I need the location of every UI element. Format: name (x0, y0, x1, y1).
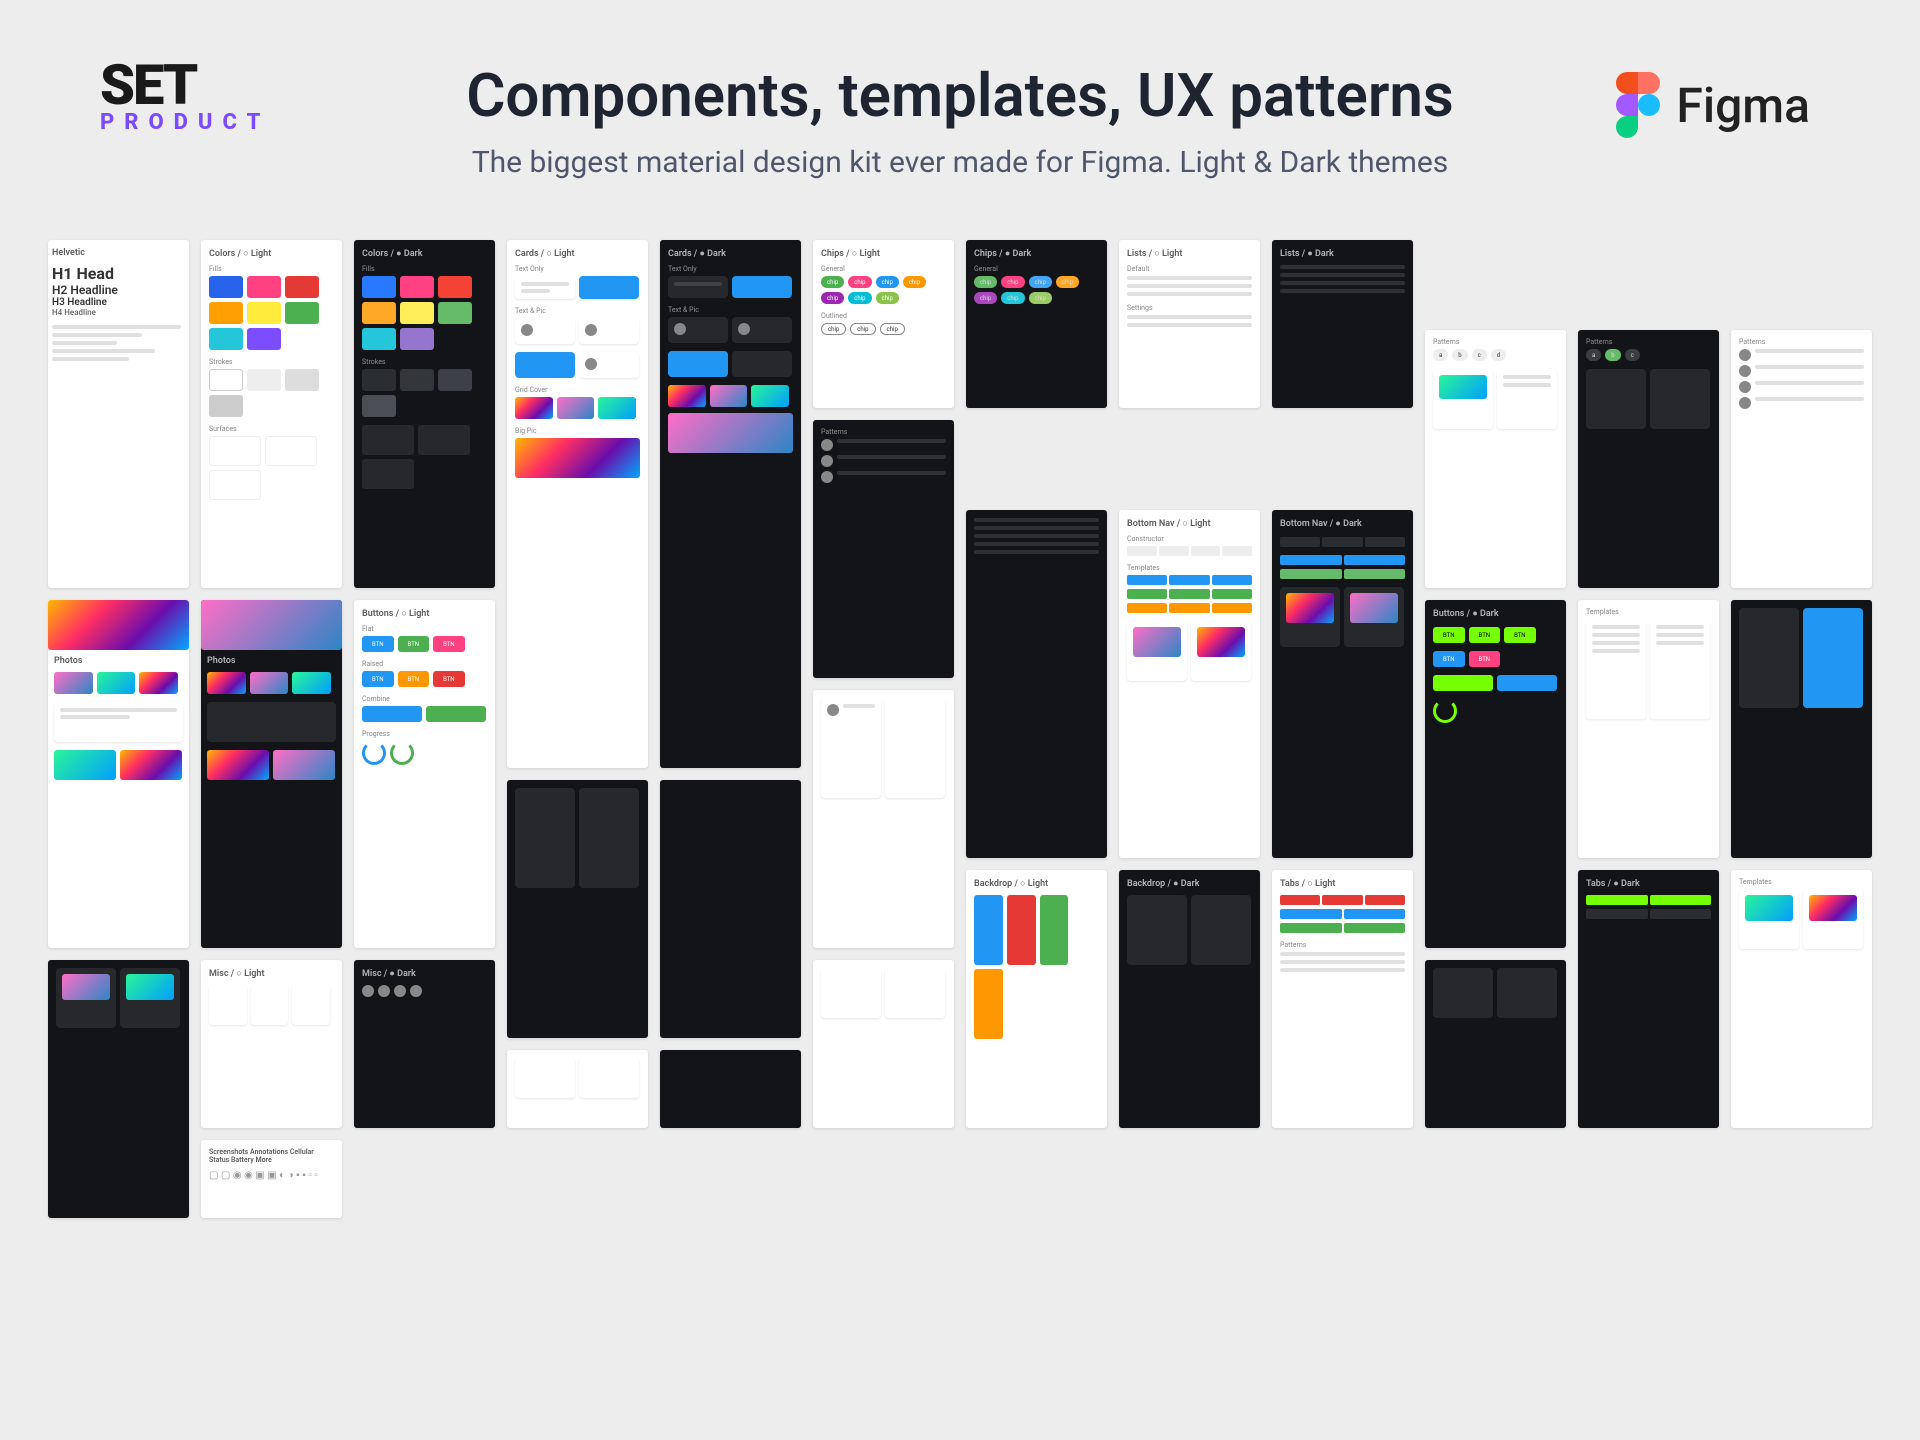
page-title: Components, templates, UX patterns (466, 60, 1454, 131)
artboard-backdrop-light: Backdrop / ○ Light (966, 870, 1107, 1128)
artboard-lists-patterns-dark: Patterns (813, 420, 954, 678)
artboard-app-preview-light (813, 960, 954, 1128)
artboard-lists-patterns-light: Patterns (1731, 330, 1872, 588)
page-headlines: Components, templates, UX patterns The b… (466, 60, 1454, 180)
page-subtitle: The biggest material design kit ever mad… (466, 145, 1454, 180)
artboard-left-dark (660, 780, 801, 1038)
brand-figma: Figma (1616, 72, 1810, 138)
artboard-sidebars-dark (507, 780, 648, 1038)
artboard-typography: Helvetic H1 Head H2 Headline H3 Headline… (48, 240, 189, 588)
brand-product: PRODUCT (100, 110, 270, 135)
artboard-cards-dark: Cards / ● Dark Text Only Text & Pic (660, 240, 801, 768)
artboard-buttons-templates-light: Templates (1731, 870, 1872, 1128)
artboard-misc-grid1 (507, 1050, 648, 1128)
artboard-app-preview-dark (1425, 960, 1566, 1128)
artboard-tabs-dark: Tabs / ● Dark (1578, 870, 1719, 1128)
artboard-chips-dark: Chips / ● Dark General chipchipchipchip … (966, 240, 1107, 408)
artboard-buttons-templates-dark (48, 960, 189, 1218)
artboard-misc-dark: Misc / ● Dark (354, 960, 495, 1128)
artboard-buttons-dark: Buttons / ● Dark BTNBTNBTN BTNBTN (1425, 600, 1566, 948)
artboard-chips-light: Chips / ○ Light General chipchipchipchip… (813, 240, 954, 408)
artboard-lists-light: Lists / ○ Light Default Settings (1119, 240, 1260, 408)
artboard-misc-light: Misc / ○ Light (201, 960, 342, 1128)
artboard-lists-templates-dark (1731, 600, 1872, 858)
swatches-light (209, 276, 334, 350)
artboard-tabs-light: Tabs / ○ Light Patterns (1272, 870, 1413, 1128)
artboard-photos-dark: Photos (201, 600, 342, 948)
figma-wordmark: Figma (1676, 77, 1810, 134)
artboard-colors-dark: Colors / ● Dark Fills Strokes (354, 240, 495, 588)
artboard-canvas: Helvetic H1 Head H2 Headline H3 Headline… (0, 240, 1920, 1266)
artboard-photos-light: Photos (48, 600, 189, 948)
artboard-bottomnav-dark: Bottom Nav / ● Dark (1272, 510, 1413, 858)
artboard-navdrawer-dark (966, 510, 1107, 858)
artboard-lists-templates-light: Templates (1578, 600, 1719, 858)
artboard-bottomnav-light: Bottom Nav / ○ Light Constructor Templat… (1119, 510, 1260, 858)
artboard-sidebars-light (813, 690, 954, 948)
page-header: SET PRODUCT Components, templates, UX pa… (0, 0, 1920, 240)
artboard-chips-patterns-light: Patterns abcd (1425, 330, 1566, 588)
artboard-cards-light: Cards / ○ Light Text Only Text & Pic Gri… (507, 240, 648, 768)
artboard-lists-dark: Lists / ● Dark (1272, 240, 1413, 408)
artboard-icons: Screenshots Annotations Cellular Status … (201, 1140, 342, 1218)
artboard-chips-patterns-dark: Patterns abc (1578, 330, 1719, 588)
brand-set: SET (100, 60, 270, 110)
figma-icon (1616, 72, 1660, 138)
artboard-buttons-light: Buttons / ○ Light Flat BTNBTNBTN Raised … (354, 600, 495, 948)
artboard-colors-light: Colors / ○ Light Fills Strokes Surfaces (201, 240, 342, 588)
artboard-backdrop-dark: Backdrop / ● Dark (1119, 870, 1260, 1128)
artboard-misc-grid2 (660, 1050, 801, 1128)
brand-set-product: SET PRODUCT (100, 60, 270, 135)
